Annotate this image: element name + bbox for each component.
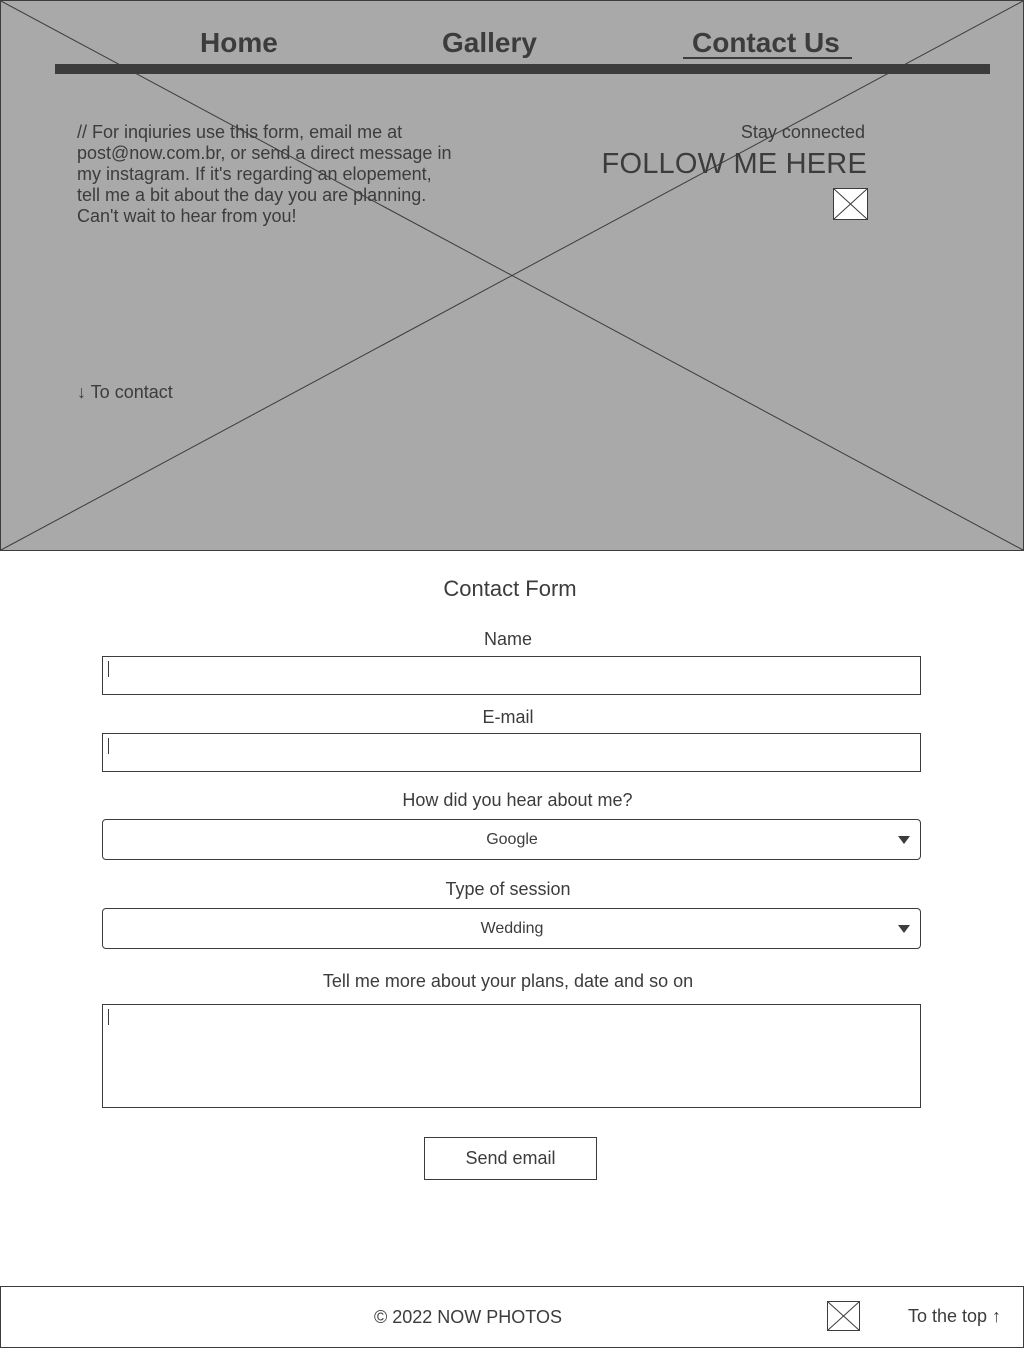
send-email-button[interactable]: Send email	[424, 1137, 597, 1180]
text-caret	[108, 1009, 109, 1025]
nav-gallery[interactable]: Gallery	[442, 27, 537, 59]
name-label: Name	[483, 629, 532, 649]
nav-home[interactable]: Home	[200, 27, 278, 59]
image-placeholder-icon[interactable]	[827, 1301, 860, 1331]
form-title: Contact Form	[443, 576, 577, 601]
session-type-value: Wedding	[480, 920, 544, 937]
nav-active-underline	[683, 57, 852, 59]
copyright-text: © 2022 NOW PHOTOS	[374, 1307, 562, 1327]
nav-contact-us[interactable]: Contact Us	[692, 27, 840, 59]
plans-textarea[interactable]	[102, 1004, 921, 1108]
image-placeholder-icon[interactable]	[833, 188, 868, 220]
chevron-down-icon	[898, 836, 910, 844]
stay-connected-label: Stay connected	[740, 122, 865, 142]
hear-about-value: Google	[486, 831, 538, 848]
session-type-select[interactable]: Wedding	[102, 908, 921, 949]
email-label: E-mail	[482, 707, 534, 727]
email-input[interactable]	[102, 733, 921, 772]
image-placeholder-cross	[1, 1, 1023, 550]
name-input[interactable]	[102, 656, 921, 695]
text-caret	[108, 738, 109, 754]
chevron-down-icon	[898, 925, 910, 933]
hero-banner: Home Gallery Contact Us // For inqiuries…	[0, 0, 1024, 551]
nav-divider	[55, 64, 990, 74]
hear-about-label: How did you hear about me?	[402, 790, 633, 810]
text-caret	[108, 661, 109, 677]
session-type-label: Type of session	[445, 879, 571, 899]
hear-about-select[interactable]: Google	[102, 819, 921, 860]
intro-text: // For inqiuries use this form, email me…	[77, 122, 452, 226]
follow-heading: FOLLOW ME HERE	[601, 148, 867, 180]
plans-label: Tell me more about your plans, date and …	[322, 971, 694, 991]
to-top-link[interactable]: To the top ↑	[908, 1306, 1001, 1327]
footer: © 2022 NOW PHOTOS To the top ↑	[0, 1286, 1024, 1348]
to-contact-link[interactable]: ↓ To contact	[77, 382, 173, 403]
